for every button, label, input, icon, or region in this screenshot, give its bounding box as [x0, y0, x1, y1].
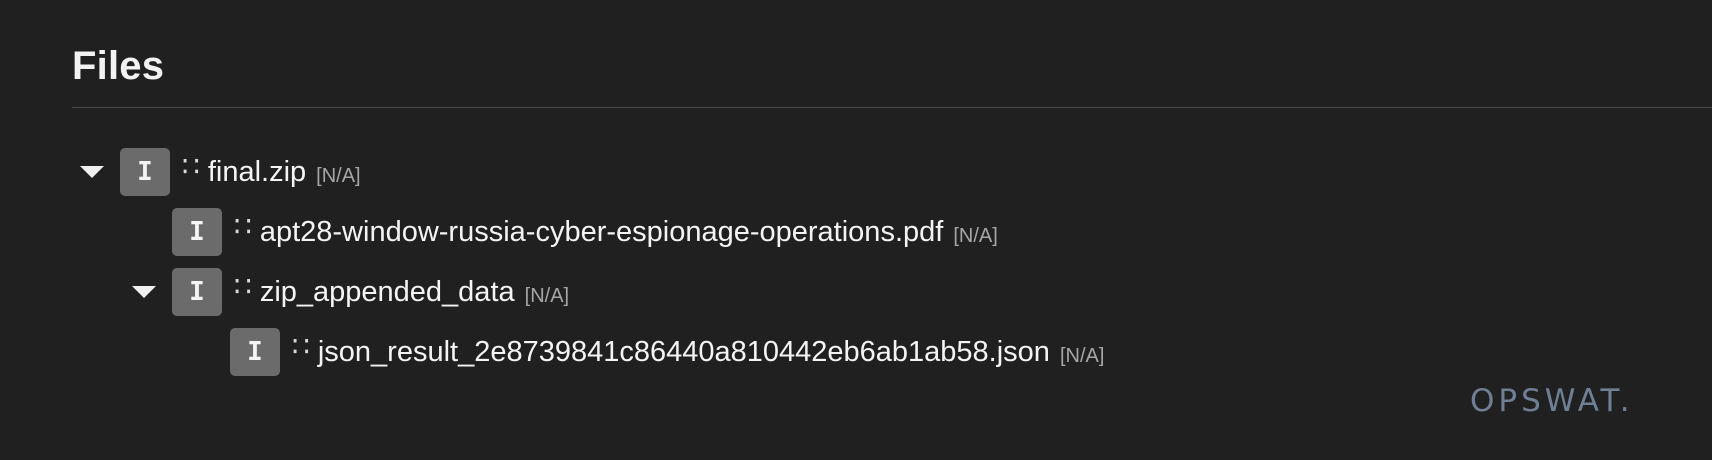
file-name[interactable]: apt28-window-russia-cyber-espionage-oper… [260, 216, 943, 249]
toggle-spacer [182, 328, 222, 376]
info-badge-icon[interactable]: I [230, 328, 280, 376]
file-status: [N/A] [316, 164, 361, 187]
expand-toggle-icon[interactable] [72, 148, 112, 196]
opswat-logo: OPSWAT. [1470, 383, 1634, 419]
tree-item[interactable]: I ∷ json_result_2e8739841c86440a810442eb… [182, 328, 1104, 376]
file-name[interactable]: final.zip [208, 156, 306, 189]
file-name[interactable]: json_result_2e8739841c86440a810442eb6ab1… [318, 336, 1050, 369]
tree-item[interactable]: I ∷ final.zip [N/A] [72, 148, 361, 196]
title-divider [72, 107, 1712, 108]
toggle-spacer [124, 208, 164, 256]
info-badge-icon[interactable]: I [172, 268, 222, 316]
info-badge-icon[interactable]: I [172, 208, 222, 256]
drag-handle-icon: ∷ [292, 330, 310, 362]
panel-title: Files [72, 44, 165, 88]
drag-handle-icon: ∷ [234, 270, 252, 302]
expand-toggle-icon[interactable] [124, 268, 164, 316]
files-panel: Files I ∷ final.zip [N/A] I ∷ apt28-wind… [72, 0, 1712, 460]
tree-item[interactable]: I ∷ zip_appended_data [N/A] [124, 268, 569, 316]
file-status: [N/A] [953, 224, 998, 247]
tree-item[interactable]: I ∷ apt28-window-russia-cyber-espionage-… [124, 208, 998, 256]
drag-handle-icon: ∷ [234, 210, 252, 242]
file-status: [N/A] [1059, 344, 1105, 367]
info-badge-icon[interactable]: I [120, 148, 170, 196]
file-status: [N/A] [524, 284, 570, 307]
file-name[interactable]: zip_appended_data [260, 276, 515, 309]
drag-handle-icon: ∷ [182, 150, 200, 182]
